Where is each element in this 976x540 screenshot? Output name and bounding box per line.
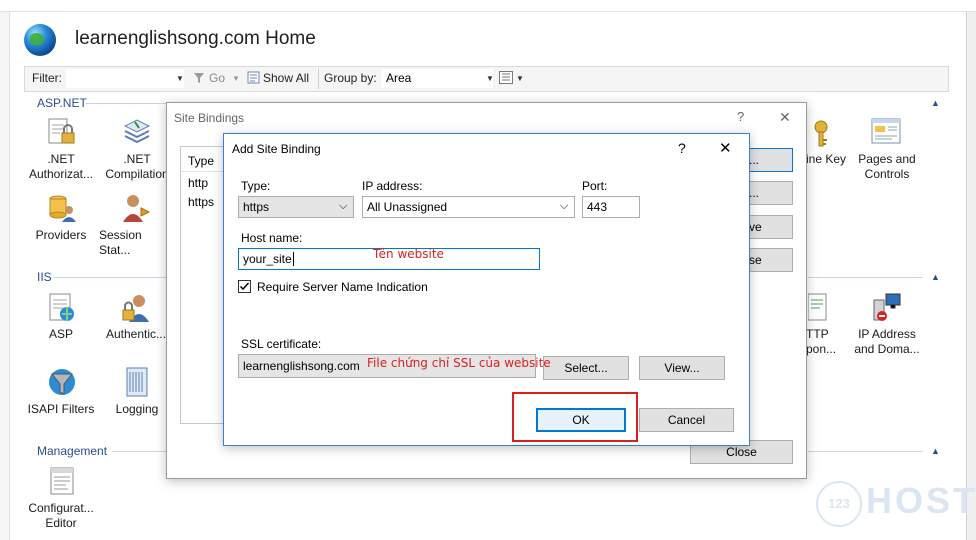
- net-compilation-label[interactable]: .NET Compilation: [99, 152, 175, 182]
- collapse-management-icon[interactable]: ▲: [931, 446, 940, 456]
- view-certificate-button[interactable]: View...: [639, 356, 725, 380]
- checkmark-icon: [239, 282, 250, 291]
- host-name-value: your_site: [243, 252, 292, 266]
- type-label: Type:: [241, 179, 271, 193]
- remove-binding-button[interactable]: ve: [748, 215, 793, 239]
- section-divider: [54, 277, 166, 278]
- group-by-select[interactable]: Area: [381, 69, 493, 88]
- host-name-label: Host name:: [241, 231, 303, 245]
- authentication-label[interactable]: Authentic...: [99, 327, 175, 342]
- logging-label[interactable]: Logging: [99, 402, 175, 417]
- machine-key-label[interactable]: ine Key: [806, 152, 851, 167]
- section-divider: [808, 277, 923, 278]
- host-badge-logo: 123: [816, 481, 862, 527]
- select-certificate-button[interactable]: Select...: [543, 356, 629, 380]
- add-binding-close-icon[interactable]: ✕: [719, 139, 732, 157]
- view-dropdown-icon[interactable]: ▼: [516, 74, 524, 83]
- type-select[interactable]: https: [238, 196, 354, 218]
- site-bindings-close-icon[interactable]: ✕: [779, 109, 791, 126]
- port-label: Port:: [582, 179, 608, 193]
- type-dropdown-icon[interactable]: ⌵: [339, 200, 347, 213]
- list-header-divider: [181, 171, 227, 172]
- group-by-dropdown-icon[interactable]: ▼: [486, 74, 494, 83]
- section-divider: [808, 451, 923, 452]
- site-bindings-help-button[interactable]: ?: [737, 109, 744, 124]
- show-all-button[interactable]: Show All: [263, 71, 309, 85]
- ip-address-label[interactable]: IP Address and Doma...: [849, 327, 925, 357]
- ssl-certificate-value: learnenglishsong.com: [243, 359, 360, 373]
- binding-row-https[interactable]: https: [188, 195, 214, 209]
- net-authorization-label[interactable]: .NET Authorizat...: [23, 152, 99, 182]
- page-title: learnenglishsong.com Home: [75, 28, 316, 49]
- ssl-certificate-label: SSL certificate:: [241, 337, 322, 351]
- cancel-button[interactable]: Cancel: [639, 408, 734, 432]
- ssl-certificate-annotation: File chứng chỉ SSL của website: [367, 356, 551, 370]
- ip-address-value: All Unassigned: [367, 200, 448, 214]
- section-divider: [112, 451, 166, 452]
- show-all-icon: [247, 71, 260, 84]
- add-binding-title: Add Site Binding: [232, 142, 321, 156]
- host-watermark: HOST: [866, 480, 976, 521]
- sni-checkbox[interactable]: [238, 280, 251, 293]
- vertical-scrollbar[interactable]: [966, 12, 976, 540]
- session-state-icon[interactable]: [121, 192, 153, 224]
- ip-address-icon[interactable]: [870, 292, 902, 324]
- machine-key-icon[interactable]: [810, 118, 832, 150]
- configuration-editor-icon[interactable]: [46, 466, 78, 498]
- binding-row-http[interactable]: http: [188, 176, 208, 190]
- logging-icon[interactable]: [121, 366, 153, 398]
- site-bindings-title: Site Bindings: [174, 111, 245, 125]
- section-divider: [86, 103, 166, 104]
- filter-dropdown-icon[interactable]: ▼: [176, 74, 184, 83]
- pages-controls-icon[interactable]: [870, 116, 902, 148]
- ip-address-select[interactable]: All Unassigned: [362, 196, 575, 218]
- http-response-icon[interactable]: [807, 292, 828, 324]
- edit-binding-button[interactable]: ...: [748, 181, 793, 205]
- bindings-column-type[interactable]: Type: [188, 154, 214, 168]
- isapi-filters-label[interactable]: ISAPI Filters: [23, 402, 99, 417]
- asp-icon[interactable]: [46, 292, 78, 324]
- browse-binding-button[interactable]: se: [748, 248, 793, 272]
- configuration-editor-label[interactable]: Configurat... Editor: [23, 501, 99, 531]
- text-cursor: [292, 252, 294, 266]
- add-binding-button[interactable]: ...: [748, 148, 793, 172]
- group-by-label: Group by:: [324, 71, 377, 85]
- left-edge: [0, 12, 10, 540]
- funnel-icon: [193, 72, 205, 84]
- server-globe-icon: [24, 24, 56, 56]
- asp-label[interactable]: ASP: [23, 327, 99, 342]
- host-name-annotation: Tên website: [373, 247, 444, 261]
- authentication-icon[interactable]: [121, 292, 153, 324]
- http-response-label[interactable]: TTP pon...: [806, 327, 846, 357]
- filter-label: Filter:: [32, 71, 62, 85]
- ip-dropdown-icon[interactable]: ⌵: [560, 200, 568, 213]
- toolbar-separator: [318, 69, 319, 89]
- session-state-label[interactable]: Session Stat...: [99, 228, 175, 258]
- ok-button[interactable]: OK: [536, 408, 626, 432]
- add-binding-help-button[interactable]: ?: [678, 140, 686, 156]
- view-switch-icon[interactable]: [499, 71, 513, 84]
- go-dropdown-icon[interactable]: ▼: [232, 74, 240, 83]
- net-compilation-icon[interactable]: [121, 116, 153, 148]
- isapi-filters-icon[interactable]: [46, 366, 78, 398]
- collapse-iis-icon[interactable]: ▲: [931, 272, 940, 282]
- section-iis[interactable]: IIS: [37, 270, 52, 284]
- section-management[interactable]: Management: [37, 444, 107, 458]
- filter-input[interactable]: [66, 69, 184, 88]
- sni-label[interactable]: Require Server Name Indication: [257, 280, 428, 294]
- port-input[interactable]: 443: [582, 196, 640, 218]
- providers-label[interactable]: Providers: [23, 228, 99, 243]
- go-button[interactable]: Go: [209, 71, 225, 85]
- window-top-strip: [0, 0, 976, 12]
- section-aspnet[interactable]: ASP.NET: [37, 96, 87, 110]
- pages-controls-label[interactable]: Pages and Controls: [849, 152, 925, 182]
- type-value: https: [243, 200, 270, 214]
- net-authorization-icon[interactable]: [46, 116, 78, 148]
- collapse-aspnet-icon[interactable]: ▲: [931, 98, 940, 108]
- providers-icon[interactable]: [46, 192, 78, 224]
- ip-address-label-field: IP address:: [362, 179, 423, 193]
